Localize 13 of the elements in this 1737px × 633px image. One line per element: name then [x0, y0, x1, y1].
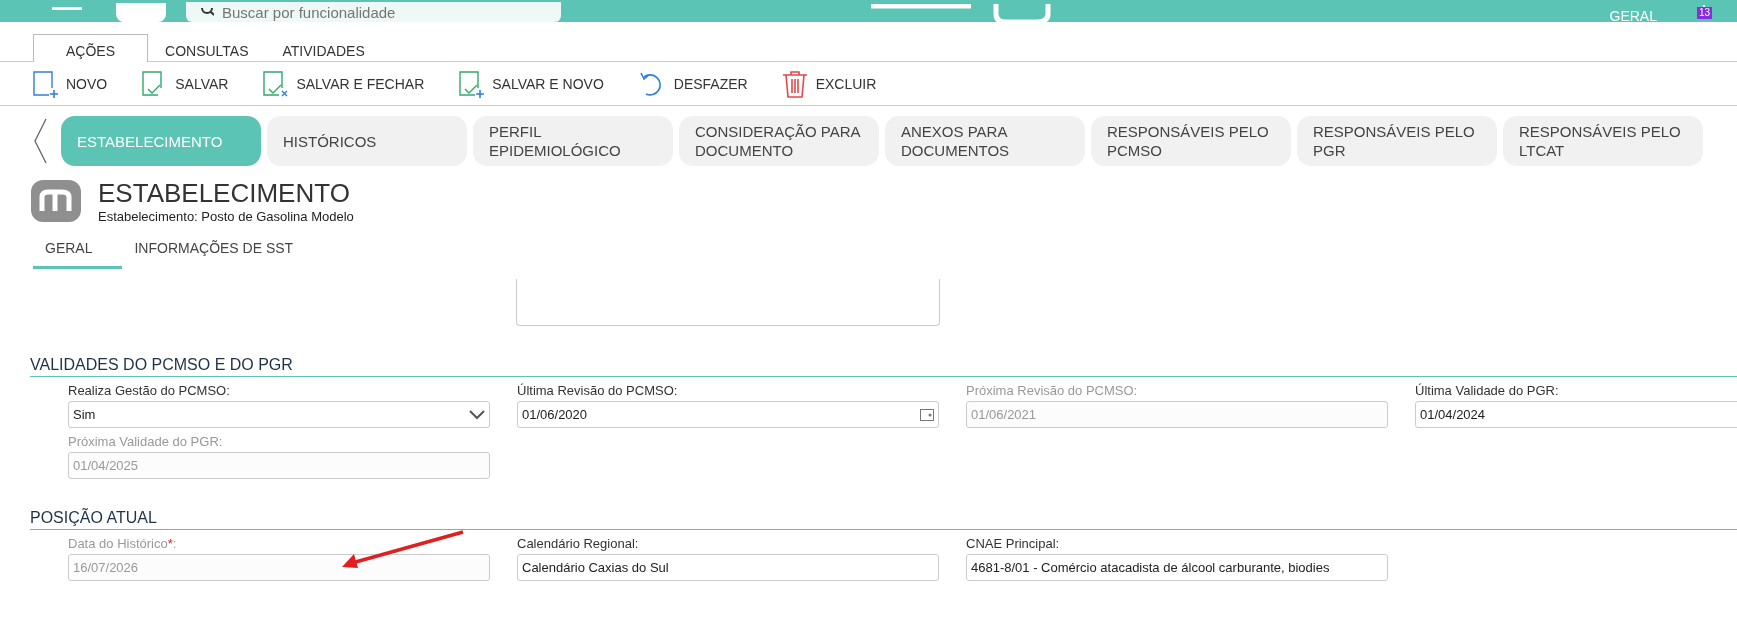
page-title: ESTABELECIMENTO	[98, 178, 351, 209]
section-heading: POSIÇÃO ATUAL	[30, 509, 1737, 530]
notification-badge: 13	[1697, 7, 1713, 19]
field-label: Realiza Gestão do PCMSO:	[68, 383, 231, 398]
field-label: Última Validade do PGR:	[1415, 383, 1560, 398]
field-label: CNAE Principal:	[966, 536, 1061, 551]
field-label: Calendário Regional:	[517, 536, 640, 551]
page-subtitle: Estabelecimento: Posto de Gasolina Modelo	[98, 209, 354, 224]
field-label: Última Revisão do PCMSO:	[517, 383, 679, 398]
section-heading: VALIDADES DO PCMSO E DO PGR	[30, 356, 1737, 377]
field-label: Próxima Validade do PGR:	[68, 434, 224, 449]
field-label: Data do Histórico*:	[68, 536, 178, 551]
field-label: Próxima Revisão do PCMSO:	[966, 383, 1139, 398]
